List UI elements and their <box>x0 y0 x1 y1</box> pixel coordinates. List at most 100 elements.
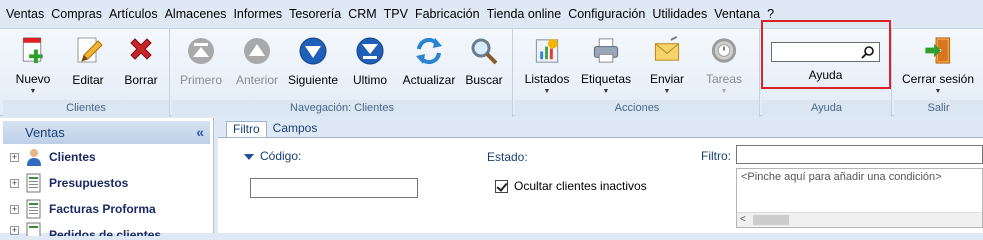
new-document-icon <box>22 37 43 64</box>
tareas-button[interactable]: Tareas ▼ <box>701 33 747 95</box>
clientes-caption: Clientes <box>3 100 169 116</box>
cerrar-sesion-label: Cerrar sesión <box>901 72 975 86</box>
main-area: Filtro Campos Código: Estado: Ocultar cl… <box>218 118 983 233</box>
menu-ventas[interactable]: Ventas <box>6 7 44 21</box>
actualizar-label: Actualizar <box>402 73 456 87</box>
primero-button[interactable]: Primero <box>178 33 224 95</box>
buscar-button[interactable]: Buscar <box>462 33 506 95</box>
checkbox-checked-icon[interactable] <box>495 179 508 193</box>
nav-item-clientes[interactable]: + Clientes <box>0 144 213 170</box>
condition-hint[interactable]: <Pinche aquí para añadir una condición> <box>737 169 982 185</box>
tareas-label: Tareas <box>705 72 743 86</box>
scroll-thumb[interactable] <box>753 215 789 225</box>
previous-record-icon <box>244 38 270 64</box>
expand-icon[interactable]: + <box>10 152 19 162</box>
horizontal-scrollbar[interactable]: < <box>737 212 982 227</box>
nuevo-button[interactable]: Nuevo ▼ <box>11 33 55 95</box>
dropdown-caret-icon: ▼ <box>663 88 671 95</box>
codigo-label[interactable]: Código: <box>244 149 301 163</box>
menu-articulos[interactable]: Artículos <box>109 7 158 21</box>
menu-fabricacion[interactable]: Fabricación <box>415 7 480 21</box>
codigo-label-text: Código: <box>260 149 302 163</box>
ultimo-button[interactable]: Ultimo <box>348 33 392 95</box>
etiquetas-label: Etiquetas <box>580 72 632 86</box>
menu-configuracion[interactable]: Configuración <box>568 7 645 21</box>
dropdown-caret-icon: ▼ <box>29 88 37 95</box>
report-chart-icon <box>535 38 559 63</box>
highlight-box <box>761 20 891 89</box>
expand-icon[interactable]: + <box>10 226 19 235</box>
collapse-chevron-icon[interactable]: « <box>196 121 204 144</box>
ayuda-caption: Ayuda <box>762 100 891 116</box>
actualizar-button[interactable]: Actualizar <box>400 33 458 95</box>
expand-icon[interactable]: + <box>10 178 19 188</box>
menu-tpv[interactable]: TPV <box>384 7 408 21</box>
delete-x-icon <box>130 38 152 60</box>
next-record-icon <box>299 37 327 65</box>
tab-filtro[interactable]: Filtro <box>226 121 267 137</box>
siguiente-label: Siguiente <box>287 73 339 87</box>
filter-tabs: Filtro Campos <box>218 118 983 137</box>
collapse-triangle-icon[interactable] <box>244 153 254 160</box>
nuevo-label: Nuevo <box>15 72 51 86</box>
menu-ventana[interactable]: Ventana <box>714 7 760 21</box>
group-navegacion: Primero Anterior Siguiente Ultimo Actual… <box>172 29 513 117</box>
enviar-label: Enviar <box>649 72 684 86</box>
acciones-caption: Acciones <box>515 100 759 116</box>
nav-item-presupuestos[interactable]: + Presupuestos <box>0 170 213 196</box>
primero-label: Primero <box>179 73 222 87</box>
menu-tesoreria[interactable]: Tesorería <box>289 7 341 21</box>
borrar-label: Borrar <box>124 73 158 87</box>
dropdown-caret-icon: ▼ <box>602 88 610 95</box>
listados-button[interactable]: Listados ▼ <box>523 33 571 95</box>
refresh-icon <box>416 37 442 65</box>
menu-tienda-online[interactable]: Tienda online <box>487 7 562 21</box>
enviar-button[interactable]: Enviar ▼ <box>643 33 691 95</box>
dropdown-caret-icon: ▼ <box>934 88 942 95</box>
tab-campos[interactable]: Campos <box>267 121 324 137</box>
magnifier-icon <box>471 38 498 65</box>
dropdown-caret-icon: ▼ <box>720 88 728 95</box>
editar-button[interactable]: Editar <box>66 33 110 95</box>
ultimo-label: Ultimo <box>352 73 387 87</box>
menu-almacenes[interactable]: Almacenes <box>165 7 227 21</box>
editar-label: Editar <box>72 73 104 87</box>
last-record-icon <box>356 37 384 65</box>
logout-door-icon <box>925 37 951 64</box>
siguiente-button[interactable]: Siguiente <box>286 33 340 95</box>
nav-item-facturas-proforma[interactable]: + Facturas Proforma <box>0 196 213 222</box>
document-icon <box>26 199 41 219</box>
ocultar-inactivos-checkbox[interactable]: Ocultar clientes inactivos <box>495 179 647 193</box>
group-acciones: Listados ▼ Etiquetas ▼ Enviar ▼ Tareas ▼… <box>515 29 760 117</box>
nav-item-label: Clientes <box>49 150 96 164</box>
nav-item-label: Facturas Proforma <box>49 202 156 216</box>
left-nav-panel: Ventas « + Clientes + Presupuestos + Fac <box>0 118 214 236</box>
gear-clock-icon <box>711 38 737 63</box>
scroll-left-icon[interactable]: < <box>740 214 746 225</box>
filter-panel: Código: Estado: Ocultar clientes inactiv… <box>218 137 983 233</box>
document-icon <box>26 222 41 236</box>
anterior-label: Anterior <box>235 73 279 87</box>
estado-label: Estado: <box>487 150 528 164</box>
filtro-input[interactable] <box>736 145 983 164</box>
cerrar-sesion-button[interactable]: Cerrar sesión ▼ <box>898 33 978 95</box>
menu-help[interactable]: ? <box>767 7 774 21</box>
group-clientes: Nuevo ▼ Editar Borrar Clientes <box>3 29 170 117</box>
menu-informes[interactable]: Informes <box>233 7 282 21</box>
borrar-button[interactable]: Borrar <box>119 33 163 95</box>
left-panel-title: Ventas <box>25 125 65 140</box>
pencil-icon <box>77 37 103 63</box>
menu-utilidades[interactable]: Utilidades <box>652 7 707 21</box>
expand-icon[interactable]: + <box>10 204 19 214</box>
menu-crm[interactable]: CRM <box>348 7 376 21</box>
nav-item-pedidos-clientes[interactable]: + Pedidos de clientes <box>0 222 213 236</box>
client-icon <box>27 149 41 166</box>
email-envelope-icon <box>654 36 680 61</box>
anterior-button[interactable]: Anterior <box>232 33 282 95</box>
etiquetas-button[interactable]: Etiquetas ▼ <box>579 33 633 95</box>
dropdown-caret-icon: ▼ <box>543 88 551 95</box>
filtro-label: Filtro: <box>701 149 731 163</box>
menu-compras[interactable]: Compras <box>51 7 102 21</box>
codigo-input[interactable] <box>250 178 418 198</box>
condition-list[interactable]: <Pinche aquí para añadir una condición> … <box>736 168 983 228</box>
